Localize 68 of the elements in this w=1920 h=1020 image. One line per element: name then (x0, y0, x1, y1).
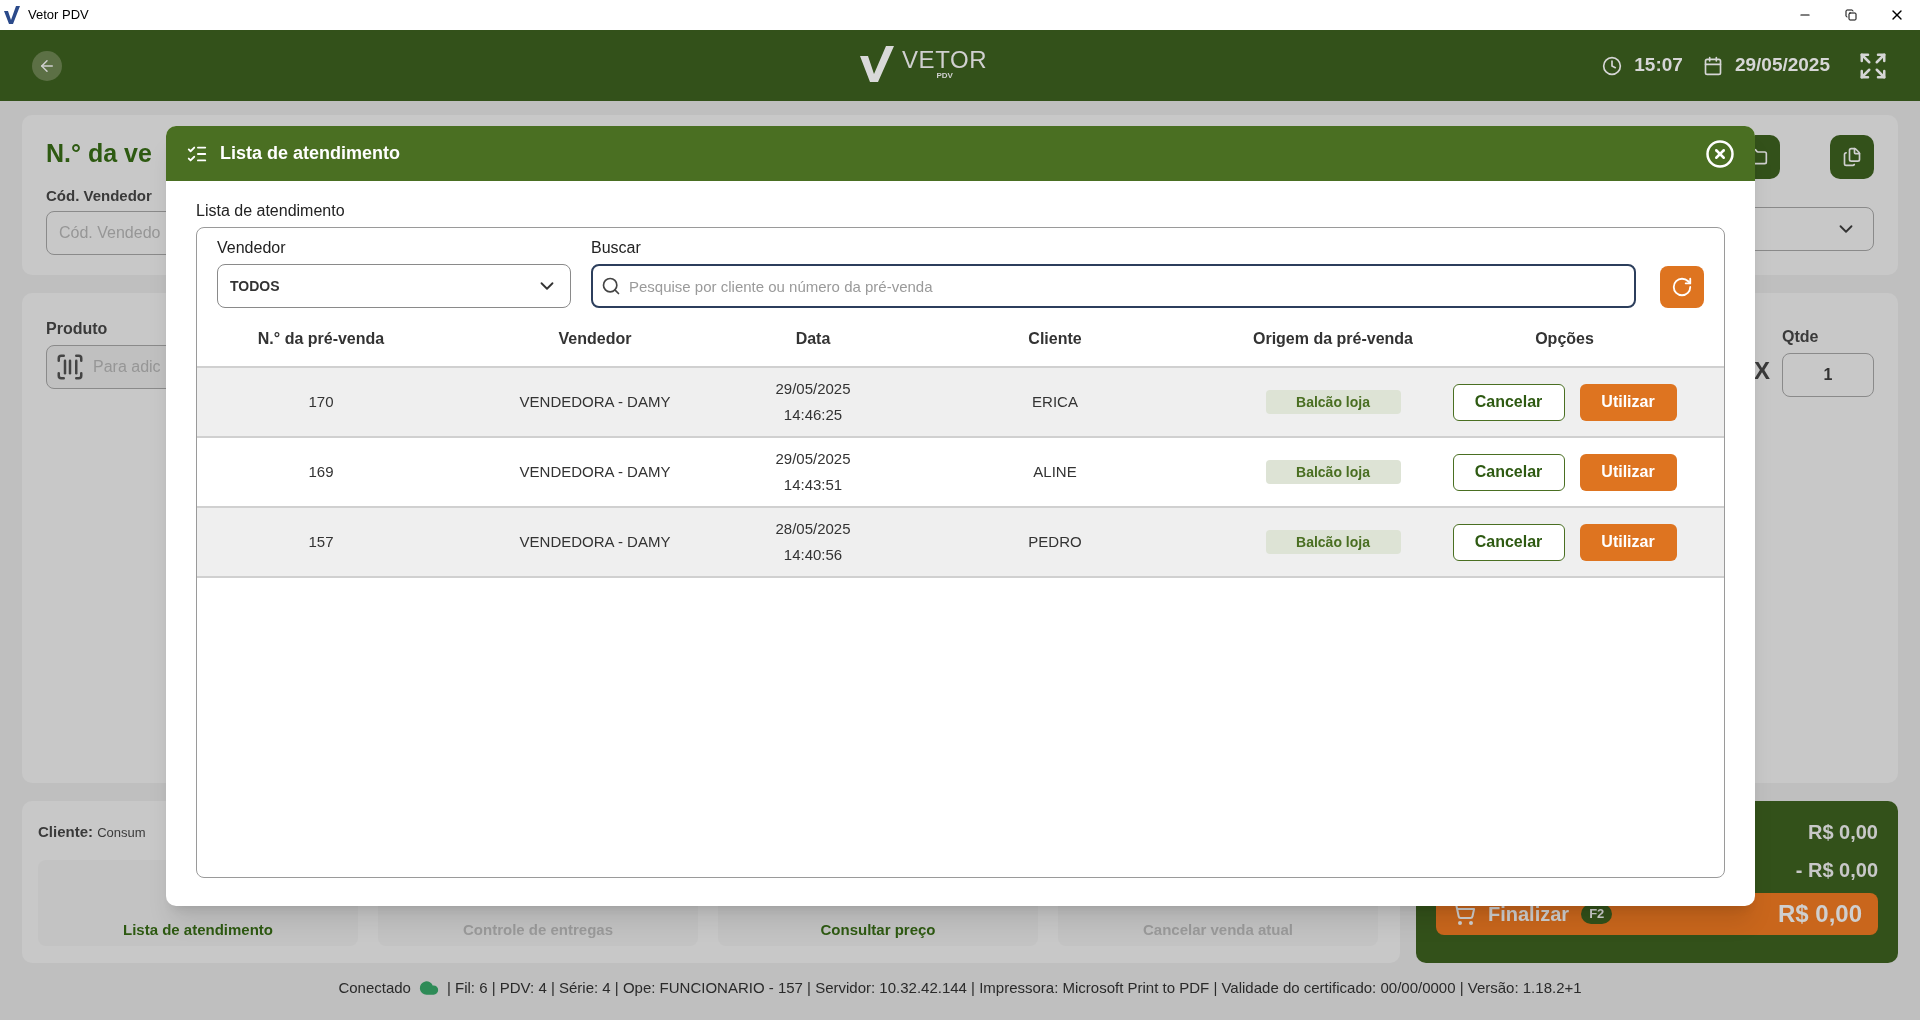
close-button[interactable] (1705, 138, 1735, 169)
search-icon (601, 276, 621, 296)
seller-select[interactable]: TODOS (217, 264, 571, 308)
column-header: N.° da pré-venda (256, 329, 386, 349)
quantity-label: Qtde (1782, 327, 1820, 347)
calendar-icon (1702, 55, 1723, 76)
table-cell-text: ERICA (1031, 391, 1079, 412)
time-text: 15:07 (1634, 53, 1683, 78)
status-details: | Fil: 6 | PDV: 4 | Série: 4 | Ope: FUNCIONARIO - 157 | Servidor: 10.32.42.144 | Impressora: Microsoft Print to PDF | Validade do certificado: 00/00/0000 | Versão: 1.18.2+1 (446, 978, 1582, 998)
back-button[interactable] (32, 50, 62, 81)
table-cell-text: PEDRO (1027, 531, 1083, 552)
date-cell-text: 28/05/2025 (775, 518, 851, 539)
table-cell-text: ALINE (1032, 461, 1078, 482)
origin-tag: Balcão loja (1265, 390, 1401, 414)
use-button[interactable]: Utilizar (1579, 383, 1677, 421)
column-header: Vendedor (557, 329, 633, 349)
copy-button[interactable] (1830, 135, 1874, 179)
use-button[interactable]: Utilizar (1579, 523, 1677, 561)
refresh-icon (1671, 276, 1693, 298)
use-button[interactable]: Utilizar (1579, 453, 1677, 491)
cancel-button[interactable]: Cancelar (1452, 453, 1565, 491)
time-cell-text: 14:40:56 (783, 545, 843, 565)
table-cell-text: VENDEDORA - DAMY (518, 461, 672, 482)
date-cell-text: 29/05/2025 (775, 378, 851, 399)
expand-icon (1858, 50, 1888, 81)
modal-title: Lista de atendimento (220, 142, 401, 165)
client-label: Cliente: Consum (38, 822, 147, 842)
date-cell-text: 29/05/2025 (775, 448, 851, 469)
table-cell-text: VENDEDORA - DAMY (518, 531, 672, 552)
seller-code-label: Cód. Vendedor (46, 185, 152, 206)
origin-tag: Balcão loja (1265, 530, 1401, 554)
discount-value: - R$ 0,00 (1795, 858, 1878, 883)
clock-icon (1602, 55, 1623, 76)
date-text: 29/05/2025 (1734, 53, 1830, 78)
quantity-value: 1 (1823, 365, 1833, 385)
table-cell-text: VENDEDORA - DAMY (518, 391, 672, 412)
column-header: Opções (1534, 329, 1595, 349)
subtotal-value: R$ 0,00 (1807, 820, 1878, 845)
table-cell-text: 170 (307, 391, 335, 412)
finish-label: Finalizar (1488, 902, 1570, 927)
cancel-button[interactable]: Cancelar (1452, 383, 1565, 421)
sale-number-title: N.° da ve (46, 138, 152, 169)
column-header: Cliente (1027, 329, 1083, 349)
time-cell-text: 14:46:25 (783, 405, 843, 425)
quantity-field[interactable]: 1 (1782, 353, 1874, 397)
search-label: Buscar (591, 238, 642, 258)
search-field[interactable]: Pesquise por cliente ou número da pré-venda (591, 264, 1636, 308)
fullscreen-button[interactable] (1858, 50, 1888, 81)
times-sign: X (1754, 356, 1770, 386)
logo-subtitle: PDV (936, 72, 953, 80)
connection-status: Conectado (338, 978, 411, 998)
table-cell-text: 157 (307, 531, 335, 552)
app-logo-icon (4, 6, 20, 24)
origin-tag: Balcão loja (1265, 460, 1401, 484)
time-cell-text: 14:43:51 (783, 475, 843, 495)
copy-icon (1842, 147, 1862, 167)
barcode-icon (55, 352, 85, 382)
column-header: Data (794, 329, 832, 349)
logo-text: VETOR (902, 48, 988, 72)
product-label: Produto (46, 319, 109, 339)
table-cell-text: 169 (307, 461, 335, 482)
total-value: R$ 0,00 (1777, 899, 1862, 929)
window-title: Vetor PDV (28, 6, 89, 25)
cancel-button[interactable]: Cancelar (1452, 523, 1565, 561)
restore-icon (1845, 9, 1857, 21)
refresh-button[interactable] (1660, 266, 1704, 308)
column-header: Origem da pré-venda (1251, 329, 1414, 349)
close-icon (1705, 138, 1735, 169)
